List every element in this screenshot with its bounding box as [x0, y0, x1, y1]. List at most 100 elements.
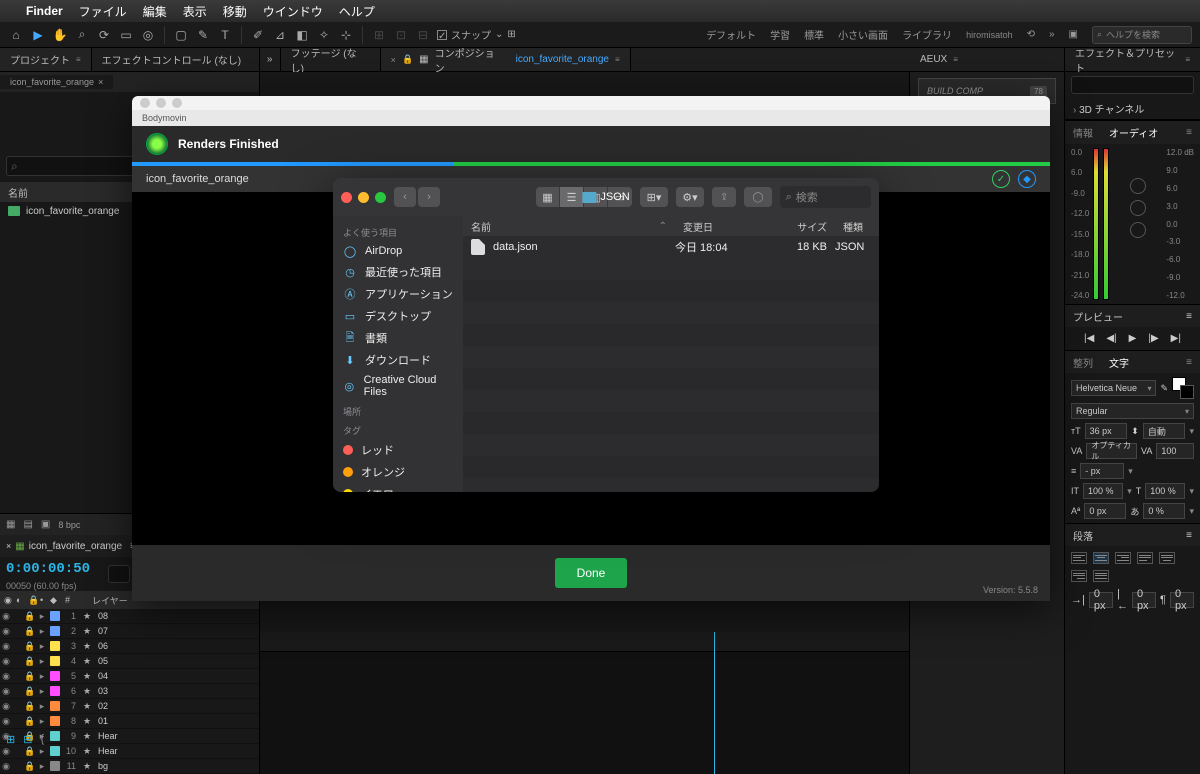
layer-row[interactable]: ◉🔒▸3★06	[0, 639, 259, 654]
tab-footage[interactable]: フッテージ (なし)	[281, 48, 381, 71]
bpc-toggle[interactable]: 8 bpc	[58, 520, 80, 530]
visibility-icon[interactable]: ◉	[0, 746, 12, 757]
visibility-icon[interactable]: ◉	[0, 641, 12, 652]
visibility-icon[interactable]: ◉	[0, 611, 12, 622]
layer-name[interactable]: 04	[94, 671, 259, 681]
layer-name[interactable]: 07	[94, 626, 259, 636]
roto-tool-icon[interactable]: ✧	[316, 27, 332, 43]
tags-button[interactable]: ◯	[744, 187, 771, 207]
indent-input[interactable]: 0 px	[1089, 592, 1113, 608]
menu-view[interactable]: 表示	[183, 3, 207, 20]
font-family-select[interactable]: Helvetica Neue▾	[1071, 380, 1156, 396]
orbit-tool-icon[interactable]: ⟳	[96, 27, 112, 43]
expand-icon[interactable]: ▸	[36, 671, 48, 682]
sidebar-item-docs[interactable]: 🗎書類	[333, 327, 463, 349]
icon-view-icon[interactable]: ▦	[536, 187, 560, 207]
stroke-width-input[interactable]: - px	[1080, 463, 1124, 479]
timeline-search[interactable]	[108, 565, 130, 583]
label-color[interactable]	[50, 626, 60, 636]
label-color[interactable]	[50, 686, 60, 696]
level-knob[interactable]	[1130, 178, 1146, 194]
eyedropper-icon[interactable]: ✎	[1160, 383, 1168, 394]
sidebar-item-cc[interactable]: ◎Creative Cloud Files	[333, 371, 463, 401]
justify-right-icon[interactable]	[1071, 570, 1087, 582]
pan-behind-icon[interactable]: ◎	[140, 27, 156, 43]
shy-star-icon[interactable]: ★	[80, 611, 94, 622]
timecode[interactable]: 0:00:00:50	[0, 557, 96, 581]
label-color[interactable]	[50, 761, 60, 771]
chevron-down-icon[interactable]: ▾	[1128, 466, 1133, 477]
bodymovin-tab[interactable]: Bodymovin	[132, 110, 1050, 126]
close-icon[interactable]: ×	[98, 77, 103, 87]
expand-icon[interactable]: ▸	[36, 761, 48, 772]
menu-go[interactable]: 移動	[223, 3, 247, 20]
snap-toggle[interactable]: ✓スナップ⌄⊞	[437, 27, 516, 42]
align-center-icon[interactable]	[1093, 552, 1109, 564]
tab-audio[interactable]: オーディオ	[1109, 125, 1158, 140]
layer-name[interactable]: bg	[94, 761, 259, 771]
lock-icon[interactable]: 🔒	[24, 626, 36, 637]
tab-character[interactable]: 文字	[1101, 355, 1137, 370]
align-left-icon[interactable]	[1071, 552, 1087, 564]
window-titlebar[interactable]	[132, 96, 1050, 110]
menu-help[interactable]: ヘルプ	[339, 3, 375, 20]
shy-star-icon[interactable]: ★	[80, 671, 94, 682]
label-color[interactable]	[50, 731, 60, 741]
timeline-tracks[interactable]	[260, 632, 909, 774]
lock-column-icon[interactable]: 🔒	[24, 595, 36, 606]
tab-paragraph[interactable]: 段落	[1073, 528, 1093, 543]
close-icon[interactable]: ×	[6, 541, 11, 551]
lock-icon[interactable]: 🔒	[24, 611, 36, 622]
layer-name[interactable]: 03	[94, 686, 259, 696]
label-color[interactable]	[50, 701, 60, 711]
label-color[interactable]	[50, 611, 60, 621]
hand-tool-icon[interactable]: ✋	[52, 27, 68, 43]
file-row[interactable]: data.json 今日 18:04 18 KB JSON	[463, 236, 879, 258]
level-knob[interactable]	[1130, 200, 1146, 216]
visibility-icon[interactable]: ◉	[0, 626, 12, 637]
label-color[interactable]	[50, 656, 60, 666]
lock-icon[interactable]: 🔒	[24, 671, 36, 682]
prev-frame-icon[interactable]: ◀|	[1106, 333, 1116, 344]
expand-icon[interactable]: ▸	[36, 656, 48, 667]
next-frame-icon[interactable]: |▶	[1148, 333, 1158, 344]
play-icon[interactable]: ▶	[1129, 333, 1137, 344]
file-columns[interactable]: 名前⌃ 変更日 サイズ 種類	[463, 216, 879, 236]
status-ok-icon[interactable]: ✓	[992, 170, 1010, 188]
panel-menu-icon[interactable]: ≡	[1186, 127, 1192, 138]
layer-row[interactable]: ◉🔒▸8★01	[0, 714, 259, 729]
panel-menu-icon[interactable]: ≡	[1186, 311, 1192, 322]
snap-grid-icon[interactable]: ⊞	[507, 29, 515, 40]
menu-window[interactable]: ウインドウ	[263, 3, 323, 20]
tag-item[interactable]: イエロー	[333, 483, 463, 492]
chevron-down-icon[interactable]: ▾	[1189, 486, 1194, 497]
rect-tool-icon[interactable]: ▢	[173, 27, 189, 43]
expand-icon[interactable]: ▸	[36, 611, 48, 622]
fx-group-3d[interactable]: 3D チャンネル	[1065, 98, 1200, 119]
close-window-icon[interactable]	[341, 192, 352, 203]
done-button[interactable]: Done	[555, 558, 628, 588]
lock-icon[interactable]: 🔒	[24, 716, 36, 727]
visibility-icon[interactable]: ◉	[0, 656, 12, 667]
workspace-menu-icon[interactable]: »	[1049, 29, 1055, 40]
layer-row[interactable]: ◉🔒▸11★bg	[0, 759, 259, 774]
menu-edit[interactable]: 編集	[143, 3, 167, 20]
level-knob[interactable]	[1130, 222, 1146, 238]
new-folder-icon[interactable]: ▤	[23, 519, 32, 530]
expand-icon[interactable]: ▸	[36, 626, 48, 637]
expand-icon[interactable]: ▸	[36, 716, 48, 727]
workspace-standard[interactable]: 標準	[804, 27, 824, 42]
panel-menu-icon[interactable]: ≡	[76, 55, 81, 64]
sidebar-item-downloads[interactable]: ⬇ダウンロード	[333, 349, 463, 371]
visibility-icon[interactable]: ◉	[0, 716, 12, 727]
eye-column-icon[interactable]: ◉	[0, 595, 12, 606]
window-controls[interactable]	[341, 192, 386, 203]
layer-name[interactable]: Hear	[94, 746, 259, 756]
close-icon[interactable]: ×	[391, 55, 396, 65]
lock-icon[interactable]: 🔒	[24, 641, 36, 652]
zoom-window-icon[interactable]	[375, 192, 386, 203]
shy-star-icon[interactable]: ★	[80, 731, 94, 742]
panel-menu-icon[interactable]: ≡	[1185, 55, 1190, 64]
tab-project[interactable]: プロジェクト≡	[0, 48, 92, 71]
shy-star-icon[interactable]: ★	[80, 746, 94, 757]
